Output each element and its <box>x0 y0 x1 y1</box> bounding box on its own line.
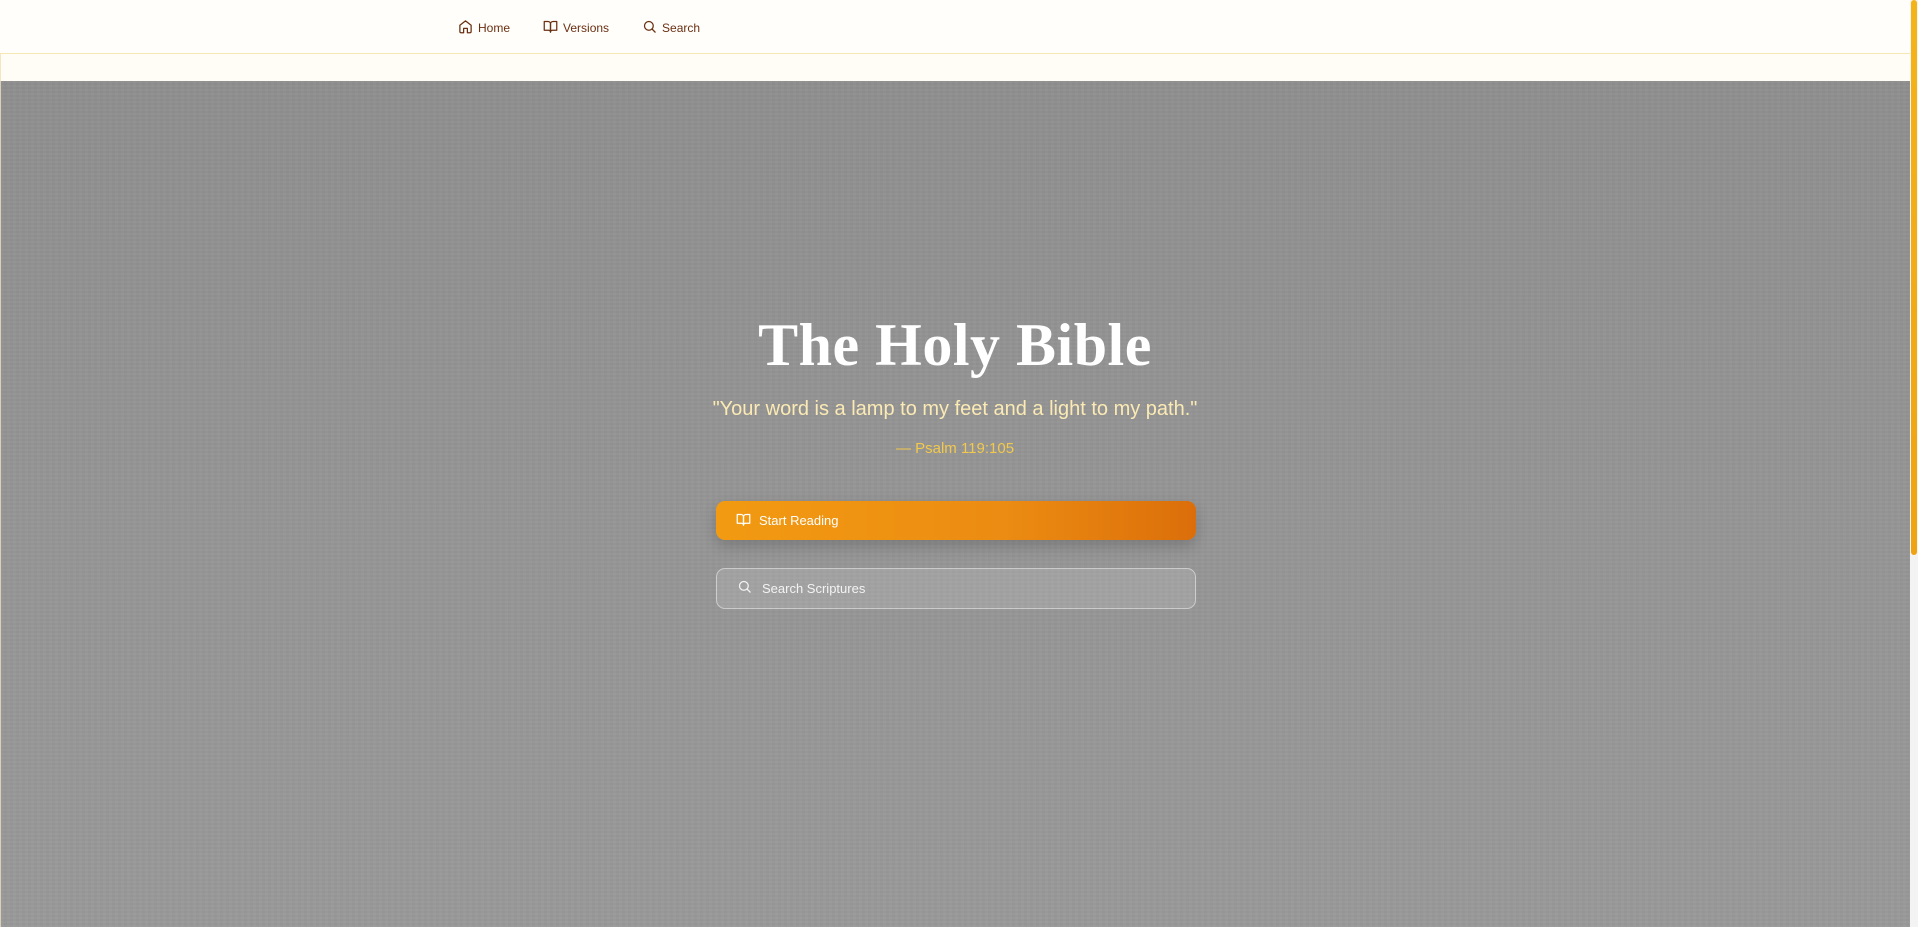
search-icon <box>737 579 752 599</box>
nav-item-label: Versions <box>563 21 610 35</box>
search-icon <box>642 19 657 37</box>
top-navigation: Home Versions Search <box>0 0 1910 54</box>
nav-item-search[interactable]: Search <box>642 19 700 37</box>
header-spacer <box>0 54 1910 81</box>
page-title: The Holy Bible <box>758 312 1152 378</box>
nav-item-home[interactable]: Home <box>458 19 510 37</box>
hero-quote: "Your word is a lamp to my feet and a li… <box>712 398 1198 420</box>
start-reading-button[interactable]: Start Reading <box>716 501 1196 540</box>
quote-reference: — Psalm 119:105 <box>895 440 1015 457</box>
book-open-icon <box>543 19 558 37</box>
start-reading-label: Start Reading <box>759 513 839 528</box>
book-open-icon <box>736 512 751 530</box>
nav-item-label: Search <box>662 21 701 35</box>
search-input[interactable] <box>760 580 1180 597</box>
home-icon <box>458 19 473 37</box>
nav-item-label: Home <box>478 21 511 35</box>
nav-item-versions[interactable]: Versions <box>543 19 609 37</box>
scripture-search-box[interactable] <box>716 568 1196 609</box>
nav-menu: Home Versions Search <box>458 19 733 37</box>
scrollbar-thumb[interactable] <box>1911 0 1917 555</box>
page-scrollbar[interactable] <box>1910 0 1918 927</box>
